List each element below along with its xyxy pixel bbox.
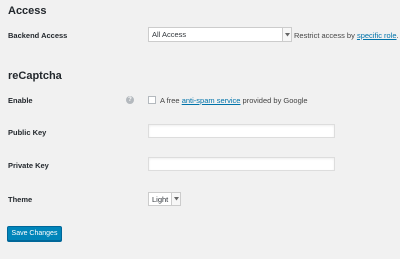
backend-access-label: Backend Access	[8, 31, 68, 40]
private-key-label: Private Key	[8, 161, 49, 170]
public-key-input[interactable]	[148, 124, 335, 138]
chevron-down-icon	[171, 193, 180, 205]
recaptcha-section-title: reCaptcha	[8, 70, 62, 82]
theme-select[interactable]: Light	[148, 192, 181, 206]
backend-access-value: All Access	[152, 30, 187, 39]
backend-access-description: Restrict access by specific role.	[294, 31, 399, 40]
save-changes-button[interactable]: Save Changes	[7, 226, 62, 241]
specific-role-link[interactable]: specific role	[357, 31, 397, 40]
theme-value: Light	[152, 194, 169, 204]
enable-description: A free anti-spam service provided by Goo…	[160, 96, 308, 105]
backend-access-select[interactable]: All Access	[148, 27, 292, 42]
private-key-input[interactable]	[148, 157, 335, 171]
theme-label: Theme	[8, 195, 33, 204]
chevron-down-icon	[282, 28, 291, 41]
public-key-label: Public Key	[8, 128, 47, 137]
question-mark-icon[interactable]: ?	[126, 96, 134, 104]
enable-label: Enable	[8, 96, 33, 105]
access-section-title: Access	[8, 5, 47, 17]
anti-spam-service-link[interactable]: anti-spam service	[182, 96, 241, 105]
enable-recaptcha-checkbox[interactable]	[148, 96, 156, 104]
